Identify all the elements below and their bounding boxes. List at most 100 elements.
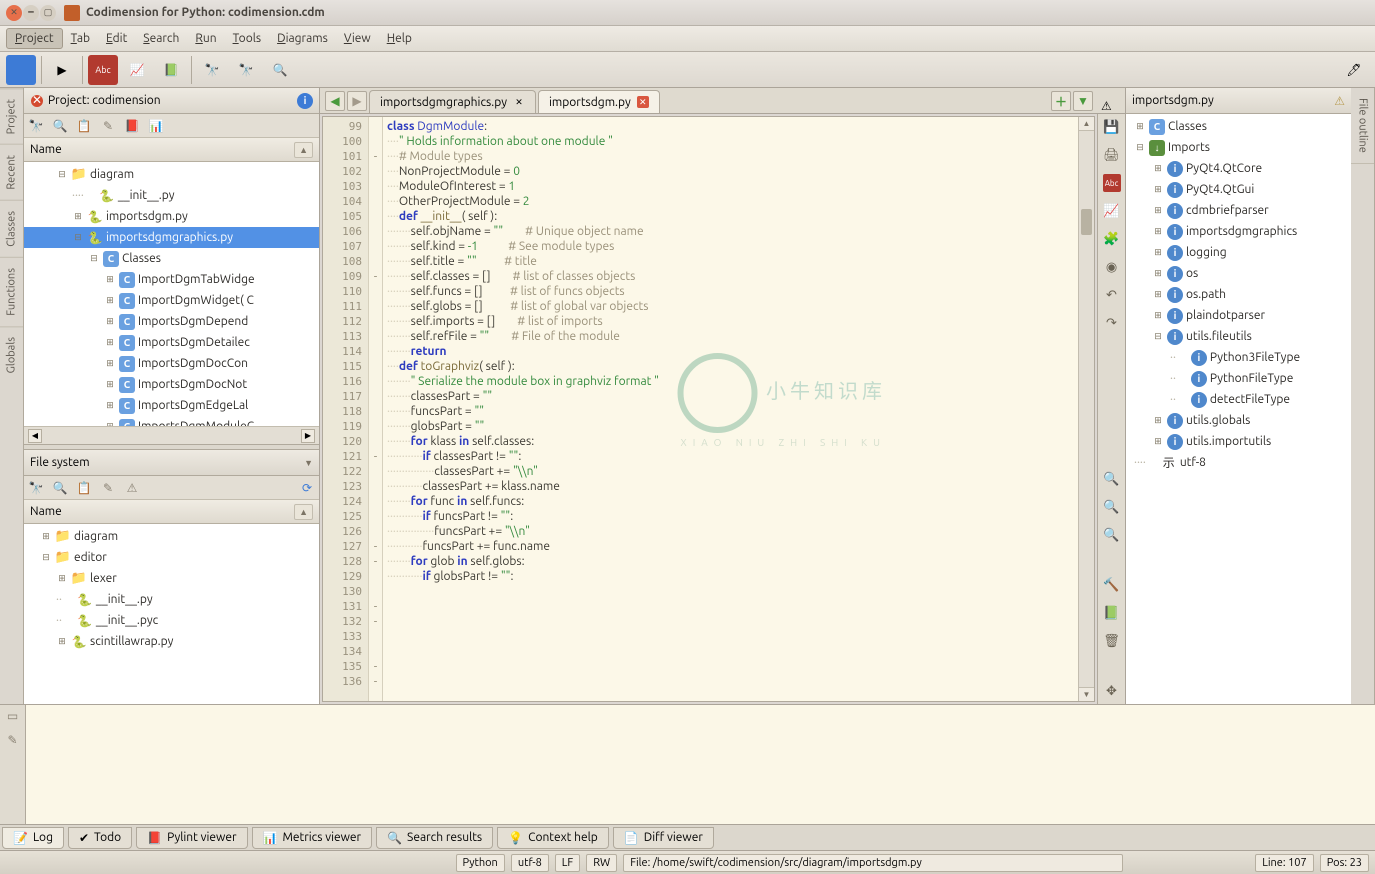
bottom-tab-todo[interactable]: ✔Todo — [68, 827, 132, 849]
info-icon[interactable]: i — [297, 93, 313, 109]
outline-item[interactable]: ····utf-8 — [1126, 452, 1351, 473]
outline-item[interactable]: ⊞os — [1126, 263, 1351, 284]
diagram-icon[interactable]: 🧩 — [1103, 230, 1121, 248]
undo-icon[interactable]: ↶ — [1103, 286, 1121, 304]
tree-item[interactable]: ⊟diagram — [24, 164, 319, 185]
tool-chart-icon[interactable]: 📈 — [122, 55, 152, 85]
bottom-tab-metrics-viewer[interactable]: 📊Metrics viewer — [252, 827, 373, 849]
tree-item[interactable]: ⊞ImportsDgmDetailec — [24, 332, 319, 353]
scroll-right-button[interactable]: ▶ — [301, 429, 315, 443]
file-tab[interactable]: importsdgm.py✕ — [538, 90, 660, 113]
sidetab-recent[interactable]: Recent — [0, 144, 23, 200]
book-icon[interactable]: 📕 — [124, 118, 140, 134]
outline-item[interactable]: ··Python3FileType — [1126, 347, 1351, 368]
tree-item[interactable]: ⊟editor — [24, 547, 319, 568]
find-project-button[interactable]: 🔭 — [231, 55, 261, 85]
save-icon[interactable]: 💾 — [1103, 118, 1121, 136]
sidetab-classes[interactable]: Classes — [0, 200, 23, 257]
scroll-down-button[interactable]: ▼ — [1079, 687, 1094, 701]
scroll-left-button[interactable]: ◀ — [28, 429, 42, 443]
hammer-icon[interactable]: 🔨 — [1103, 576, 1121, 594]
tree-item[interactable]: ··__init__.py — [24, 589, 319, 610]
copy-icon[interactable]: 📋 — [76, 118, 92, 134]
tree-item[interactable]: ⊞lexer — [24, 568, 319, 589]
new-tab-button[interactable]: ＋ — [1051, 91, 1071, 111]
menu-view[interactable]: View — [336, 29, 379, 48]
outline-item[interactable]: ··PythonFileType — [1126, 368, 1351, 389]
outline-tree[interactable]: ⊞Classes⊟Imports⊞PyQt4.QtCore⊞PyQt4.QtGu… — [1126, 114, 1351, 704]
copy-icon[interactable]: 📋 — [76, 480, 92, 496]
tree-item[interactable]: ⊞ImportDgmWidget( C — [24, 290, 319, 311]
tool-abc-icon[interactable]: Abc — [88, 55, 118, 85]
binoculars-icon[interactable]: 🔭 — [28, 118, 44, 134]
log-edit-icon[interactable]: ✎ — [7, 733, 17, 747]
tree-item[interactable]: ⊞ImportsDgmModuleC — [24, 416, 319, 426]
scroll-thumb[interactable] — [1081, 209, 1092, 235]
search-button[interactable]: 🔍 — [265, 55, 295, 85]
tree-item[interactable]: ⊟importsdgmgraphics.py — [24, 227, 319, 248]
bottom-tab-pylint-viewer[interactable]: 📕Pylint viewer — [136, 827, 247, 849]
book-icon[interactable]: 📗 — [1103, 604, 1121, 622]
outline-item[interactable]: ··detectFileType — [1126, 389, 1351, 410]
run-button[interactable]: ▶ — [47, 55, 77, 85]
sidetab-functions[interactable]: Functions — [0, 257, 23, 326]
tree-item[interactable]: ⊞importsdgm.py — [24, 206, 319, 227]
tree-item[interactable]: ⊞ImportsDgmDocNot — [24, 374, 319, 395]
close-tab-button[interactable]: ✕ — [513, 96, 525, 108]
chart-icon[interactable]: 📈 — [1103, 202, 1121, 220]
dropdown-icon[interactable]: ▼ — [304, 458, 313, 468]
chart-icon[interactable]: 📊 — [148, 118, 164, 134]
tool-wrench-icon[interactable]: 🖊 — [1339, 55, 1369, 85]
outline-item[interactable]: ⊞utils.importutils — [1126, 431, 1351, 452]
outline-item[interactable]: ⊞importsdgmgraphics — [1126, 221, 1351, 242]
bottom-tab-search-results[interactable]: 🔍Search results — [376, 827, 493, 849]
close-tab-button[interactable]: ✕ — [637, 96, 649, 108]
warn-icon[interactable]: ⚠ — [124, 480, 140, 496]
outline-item[interactable]: ⊞logging — [1126, 242, 1351, 263]
menu-diagrams[interactable]: Diagrams — [269, 29, 336, 48]
find-file-icon[interactable]: 🔍 — [52, 118, 68, 134]
find-button[interactable]: 🔭 — [197, 55, 227, 85]
outline-item[interactable]: ⊟utils.fileutils — [1126, 326, 1351, 347]
menu-help[interactable]: Help — [379, 29, 420, 48]
run-icon[interactable]: ◉ — [1103, 258, 1121, 276]
project-tree[interactable]: ⊟diagram····__init__.py⊞importsdgm.py⊟im… — [24, 162, 319, 426]
hscrollbar[interactable]: ◀ ▶ — [24, 426, 319, 444]
move-icon[interactable]: ✥ — [1103, 682, 1121, 700]
edit-icon[interactable]: ✎ — [100, 118, 116, 134]
project-column-header[interactable]: Name ▲ — [24, 138, 319, 162]
trash-icon[interactable]: 🗑 — [1103, 632, 1121, 650]
sort-asc-icon[interactable]: ▲ — [294, 142, 313, 158]
menu-search[interactable]: Search — [135, 29, 187, 48]
redo-icon[interactable]: ↷ — [1103, 314, 1121, 332]
refresh-icon[interactable]: ⟳ — [299, 480, 315, 496]
outline-item[interactable]: ⊞utils.globals — [1126, 410, 1351, 431]
tree-item[interactable]: ····__init__.py — [24, 185, 319, 206]
tool-book-icon[interactable]: 📗 — [156, 55, 186, 85]
zoom-out-icon[interactable]: 🔍 — [1103, 498, 1121, 516]
bottom-tab-log[interactable]: 📝Log — [2, 827, 64, 849]
bottom-tab-context-help[interactable]: 💡Context help — [497, 827, 609, 849]
tree-item[interactable]: ⊞scintillawrap.py — [24, 631, 319, 652]
tab-history-back-button[interactable]: ◀ — [325, 91, 345, 111]
fs-column-header[interactable]: Name ▲ — [24, 500, 319, 524]
sidetab-project[interactable]: Project — [0, 88, 23, 144]
tab-history-forward-button[interactable]: ▶ — [347, 91, 367, 111]
zoom-in-icon[interactable]: 🔍 — [1103, 470, 1121, 488]
abc-icon[interactable]: Abc — [1103, 174, 1121, 192]
file-tab[interactable]: importsdgmgraphics.py✕ — [369, 90, 536, 113]
window-maximize-button[interactable]: ▢ — [40, 5, 56, 21]
outline-item[interactable]: ⊞PyQt4.QtCore — [1126, 158, 1351, 179]
tab-menu-button[interactable]: ▼ — [1073, 91, 1093, 111]
binoculars-icon[interactable]: 🔭 — [28, 480, 44, 496]
tool-app-icon[interactable] — [6, 55, 36, 85]
sidetab-file-outline[interactable]: File outline — [1351, 88, 1374, 164]
outline-item[interactable]: ⊞PyQt4.QtGui — [1126, 179, 1351, 200]
vertical-scrollbar[interactable]: ▲ ▼ — [1078, 117, 1094, 701]
scroll-up-button[interactable]: ▲ — [1079, 117, 1094, 131]
window-close-button[interactable]: ✕ — [6, 5, 22, 21]
tree-item[interactable]: ⊟Classes — [24, 248, 319, 269]
menu-tab[interactable]: Tab — [63, 29, 98, 48]
outline-item[interactable]: ⊞cdmbriefparser — [1126, 200, 1351, 221]
edit-icon[interactable]: ✎ — [100, 480, 116, 496]
